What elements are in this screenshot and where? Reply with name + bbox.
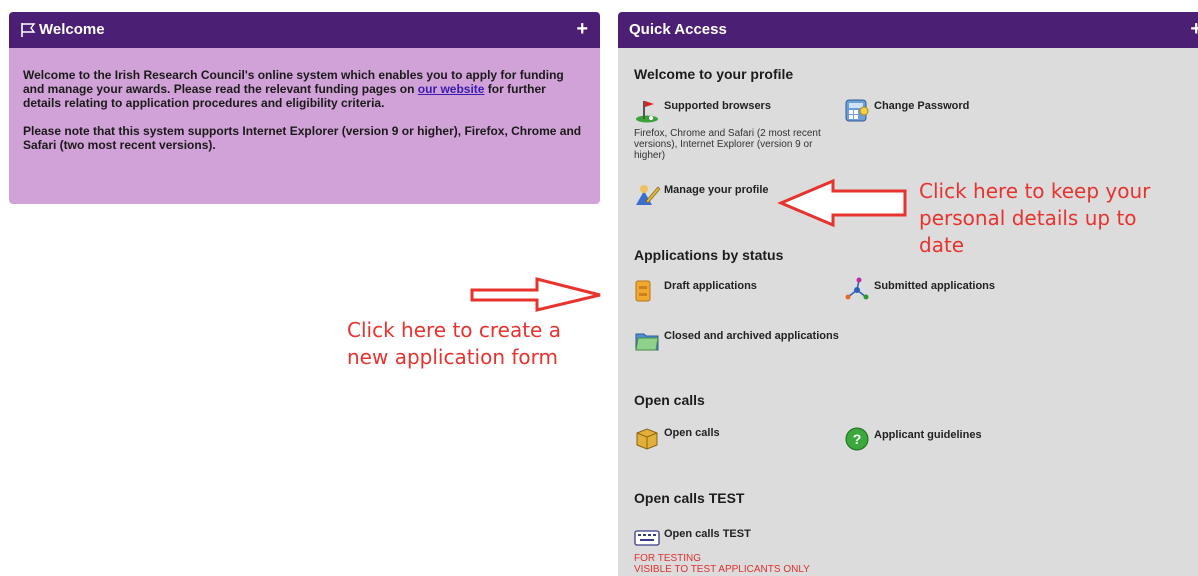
annotation-line: date (919, 233, 965, 257)
arrow-left-to-profile (777, 178, 907, 228)
annotation-line: new application form (347, 345, 559, 369)
annotation-line: Click here to create a (347, 318, 561, 342)
create-annotation: Click here to create a new application f… (347, 317, 561, 371)
arrow-right-to-draft (470, 277, 601, 312)
annotation-line: Click here to keep your (919, 179, 1151, 203)
annotation-line: personal details up to (919, 206, 1137, 230)
annotation-arrows (470, 178, 907, 312)
profile-annotation: Click here to keep your personal details… (919, 178, 1150, 259)
